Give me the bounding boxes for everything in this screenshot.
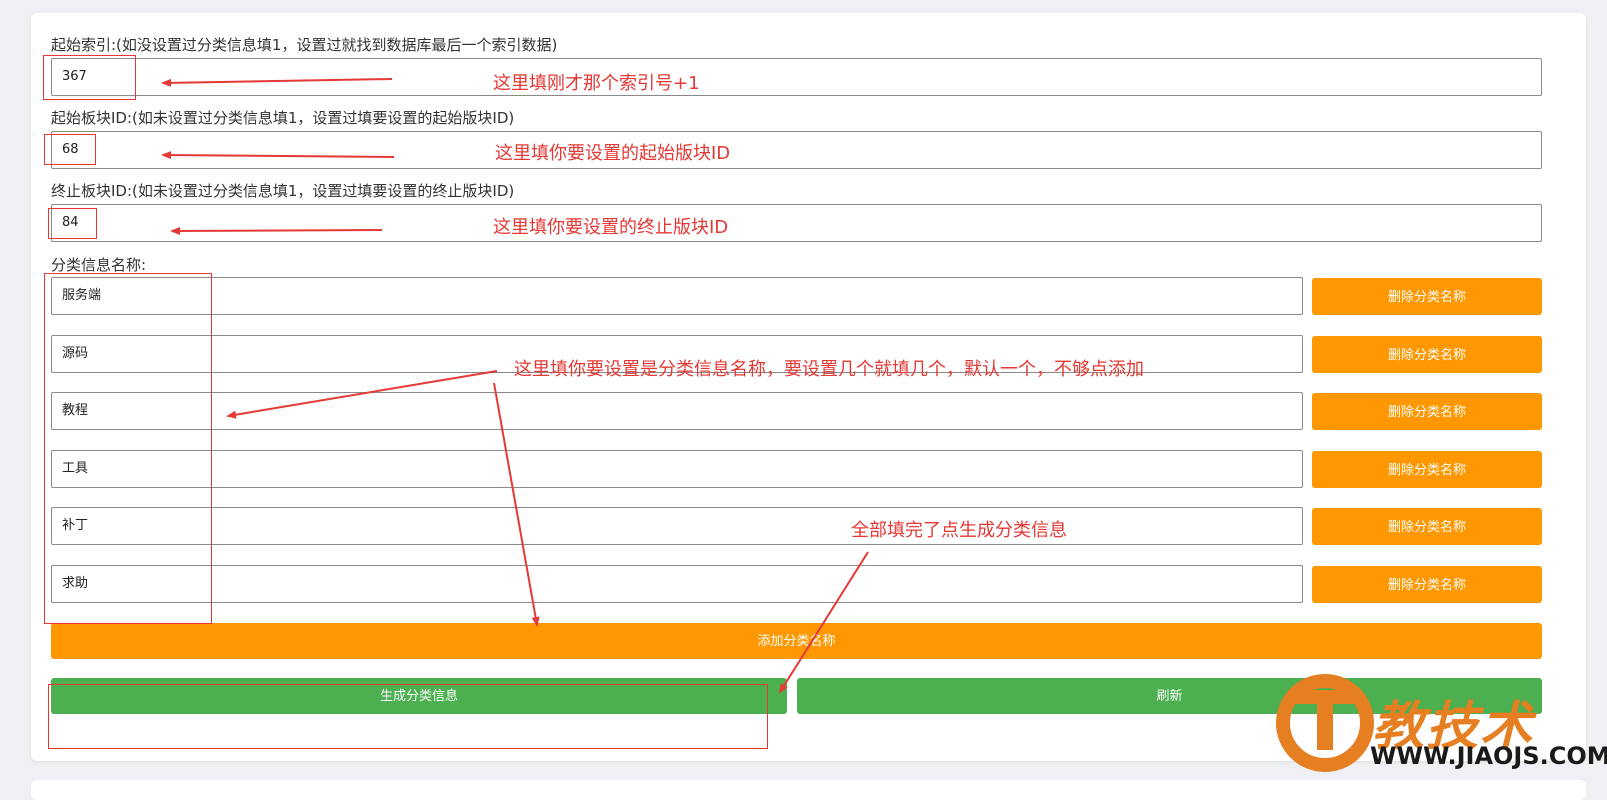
delete-category-button[interactable]: 删除分类名称 (1312, 508, 1542, 545)
annotation-end-block: 这里填你要设置的终止版块ID (493, 217, 729, 238)
highlight-box (48, 684, 768, 749)
next-panel-edge (31, 780, 1586, 800)
category-input[interactable]: 工具 (51, 450, 1303, 488)
start-block-input[interactable]: 68 (51, 131, 1542, 169)
delete-category-button[interactable]: 删除分类名称 (1312, 336, 1542, 373)
start-block-label: 起始板块ID:(如未设置过分类信息填1，设置过填要设置的起始版块ID) (51, 109, 515, 127)
delete-category-button[interactable]: 删除分类名称 (1312, 451, 1542, 488)
category-input[interactable]: 服务端 (51, 277, 1303, 315)
categories-label: 分类信息名称: (51, 256, 147, 274)
highlight-box (44, 134, 96, 165)
start-index-label: 起始索引:(如没设置过分类信息填1，设置过就找到数据库最后一个索引数据) (51, 36, 558, 54)
annotation-generate: 全部填完了点生成分类信息 (851, 520, 1067, 541)
highlight-box (44, 273, 212, 624)
end-block-label: 终止板块ID:(如未设置过分类信息填1，设置过填要设置的终止版块ID) (51, 182, 515, 200)
delete-category-button[interactable]: 删除分类名称 (1312, 566, 1542, 603)
add-category-button[interactable]: 添加分类名称 (51, 623, 1542, 659)
category-input[interactable]: 求助 (51, 565, 1303, 603)
category-input[interactable]: 教程 (51, 392, 1303, 430)
delete-category-button[interactable]: 删除分类名称 (1312, 393, 1542, 430)
annotation-start-block: 这里填你要设置的起始版块ID (495, 143, 731, 164)
highlight-box (43, 55, 136, 100)
annotation-categories: 这里填你要设置是分类信息名称，要设置几个就填几个，默认一个，不够点添加 (514, 359, 1144, 380)
highlight-box (48, 208, 97, 239)
watermark-url: WWW.JIAOJS.COM (1370, 742, 1607, 770)
delete-category-button[interactable]: 删除分类名称 (1312, 278, 1542, 315)
end-block-input[interactable]: 84 (51, 204, 1542, 242)
category-input[interactable]: 补丁 (51, 507, 1303, 545)
annotation-index: 这里填刚才那个索引号+1 (493, 73, 700, 94)
start-index-input[interactable]: 367 (51, 58, 1542, 96)
